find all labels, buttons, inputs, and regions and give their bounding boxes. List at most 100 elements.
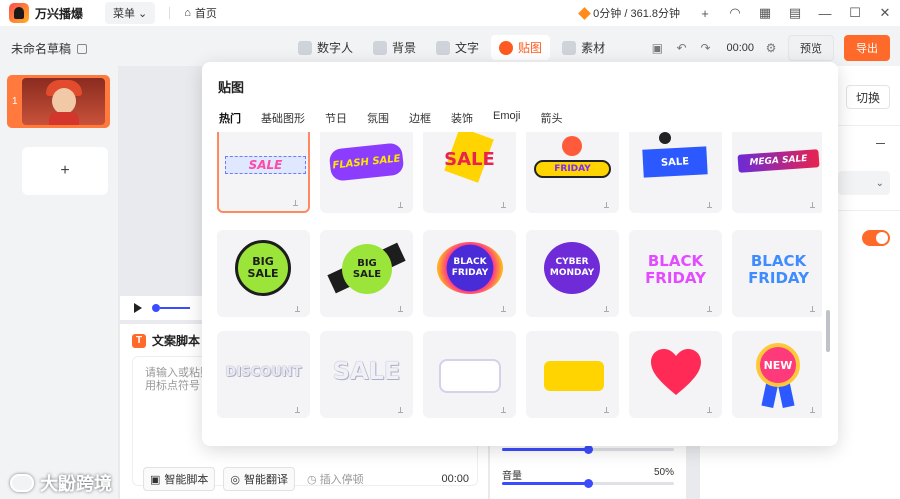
sticker-flash-sale[interactable]: FLASH SALE (320, 132, 413, 213)
collapse-icon[interactable] (876, 143, 885, 144)
download-icon[interactable] (398, 306, 403, 312)
add-icon[interactable]: + (690, 0, 720, 26)
property-toggle[interactable] (862, 230, 890, 246)
sticker-text (439, 359, 501, 393)
download-icon[interactable] (604, 202, 609, 208)
download-icon[interactable] (810, 202, 815, 208)
slider-knob[interactable] (584, 479, 593, 488)
download-icon[interactable] (810, 306, 815, 312)
tool-sticker[interactable]: 贴图 (491, 35, 551, 60)
tab-border[interactable]: 边框 (409, 110, 431, 126)
progress-bar[interactable] (160, 307, 190, 309)
download-icon[interactable] (707, 306, 712, 312)
sticker-text: BLACK FRIDAY (645, 252, 706, 287)
download-icon[interactable] (604, 306, 609, 312)
audio-slider-top[interactable] (502, 445, 674, 454)
download-icon[interactable] (293, 200, 298, 206)
sticker-sale-burst[interactable]: SALE (423, 132, 516, 213)
sticker-white-button[interactable] (423, 331, 516, 418)
sticker-heart[interactable] (629, 331, 722, 418)
home-button[interactable]: ⌂ 首页 (184, 5, 217, 21)
layout-icon[interactable]: ▤ (780, 0, 810, 26)
edit-icon[interactable] (77, 43, 88, 54)
maximize-icon[interactable]: ☐ (840, 0, 870, 26)
title-bar: 万兴播爆 菜单 ⌄ ⌂ 首页 0分钟 / 361.8分钟 + ◠ ▦ ▤ — ☐… (0, 0, 900, 26)
download-icon[interactable] (295, 306, 300, 312)
slider-knob[interactable] (584, 445, 593, 454)
sticker-scrollbar[interactable] (826, 310, 830, 352)
close-icon[interactable]: ✕ (870, 0, 900, 26)
minimize-icon[interactable]: — (810, 0, 840, 26)
quota-display: 0分钟 / 361.8分钟 (578, 5, 680, 21)
sticker-sale-banner[interactable]: SALE (217, 132, 310, 213)
tab-atmosphere[interactable]: 氛围 (367, 110, 389, 126)
sticker-big-sale-candy[interactable]: BIG SALE (320, 230, 413, 317)
sticker-discount[interactable]: DISCOUNT (217, 331, 310, 418)
download-icon[interactable] (707, 407, 712, 413)
download-icon[interactable] (501, 407, 506, 413)
support-icon[interactable]: ◠ (720, 0, 750, 26)
sticker-black-friday-pink[interactable]: BLACK FRIDAY (629, 230, 722, 317)
property-select[interactable]: ⌄ (838, 171, 890, 195)
save-icon[interactable]: ▣ (650, 41, 664, 55)
settings-icon[interactable]: ⚙ (764, 41, 778, 55)
download-icon[interactable] (501, 306, 506, 312)
export-button[interactable]: 导出 (844, 35, 890, 61)
sticker-cyber-monday[interactable]: CYBER MONDAY (526, 230, 619, 317)
tab-basic-shapes[interactable]: 基础图形 (261, 110, 305, 126)
insert-pause-button[interactable]: ◷ 插入停顿 (307, 471, 364, 487)
sticker-black-friday-circle[interactable]: BLACK FRIDAY (423, 230, 516, 317)
tool-material[interactable]: 素材 (554, 35, 613, 60)
volume-slider[interactable] (502, 479, 674, 488)
slide-thumbnail[interactable]: 1 (7, 75, 110, 128)
script-duration: 00:00 (441, 473, 469, 485)
download-icon[interactable] (295, 407, 300, 413)
watermark: 大鼢跨境 (10, 470, 112, 496)
download-icon[interactable] (604, 407, 609, 413)
download-icon[interactable] (398, 202, 403, 208)
download-icon[interactable] (707, 202, 712, 208)
tool-label: 背景 (392, 41, 417, 55)
tool-digital-human[interactable]: 数字人 (290, 35, 361, 60)
sticker-yellow-button[interactable] (526, 331, 619, 418)
grid-apps-icon[interactable]: ▦ (750, 0, 780, 26)
sticker-text (544, 361, 604, 391)
tab-decoration[interactable]: 装饰 (451, 110, 473, 126)
sticker-sale-tag[interactable]: SALE (629, 132, 722, 213)
preview-button[interactable]: 预览 (788, 35, 834, 61)
digital-human-icon (298, 40, 312, 55)
sticker-black-friday-blue[interactable]: BLACK FRIDAY (732, 230, 822, 317)
sticker-text: FRIDAY (554, 164, 591, 174)
tab-holiday[interactable]: 节日 (325, 110, 347, 126)
home-icon: ⌂ (184, 7, 191, 19)
background-icon (373, 40, 388, 55)
sticker-sale-outline[interactable]: SALE (320, 331, 413, 418)
tool-text[interactable]: 文字 (428, 35, 487, 60)
download-icon[interactable] (810, 407, 815, 413)
download-icon[interactable] (398, 407, 403, 413)
insert-pause-label: 插入停顿 (319, 474, 364, 486)
menu-button[interactable]: 菜单 ⌄ (105, 2, 156, 24)
smart-translate-button[interactable]: ◎ 智能翻译 (223, 467, 296, 491)
sticker-mega-sale[interactable]: MEGA SALE (732, 132, 822, 213)
undo-icon[interactable]: ↶ (674, 41, 688, 55)
tab-arrow[interactable]: 箭头 (541, 110, 563, 126)
sticker-new-ribbon[interactable]: NEW (732, 331, 822, 418)
draft-title[interactable]: 未命名草稿 (11, 40, 88, 57)
tool-background[interactable]: 背景 (365, 35, 424, 60)
redo-icon[interactable]: ↷ (698, 41, 712, 55)
slides-panel: 1 + (0, 66, 118, 499)
tab-hot[interactable]: 热门 (219, 110, 241, 126)
sticker-big-sale-badge[interactable]: BIG SALE (217, 230, 310, 317)
progress-handle[interactable] (152, 304, 160, 312)
play-icon[interactable] (134, 303, 142, 313)
divider (838, 210, 900, 211)
tab-emoji[interactable]: Emoji (493, 110, 521, 126)
smart-translate-label: 智能翻译 (244, 474, 289, 486)
add-slide-button[interactable]: + (22, 147, 108, 195)
switch-button[interactable]: 切换 (846, 85, 890, 109)
sticker-friday[interactable]: FRIDAY (526, 132, 619, 213)
download-icon[interactable] (501, 202, 506, 208)
smart-script-button[interactable]: ▣ 智能脚本 (143, 467, 216, 491)
divider (838, 125, 900, 126)
